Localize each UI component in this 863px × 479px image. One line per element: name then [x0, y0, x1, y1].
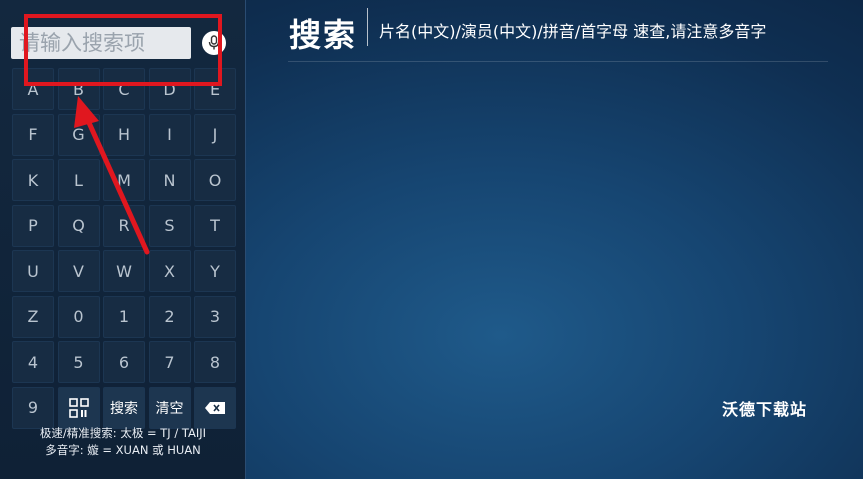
page-title: 搜索 [289, 16, 358, 54]
search-input[interactable] [11, 27, 191, 59]
key-a[interactable]: A [12, 68, 54, 110]
on-screen-keyboard: A B C D E F G H I J K L M N O P Q R S T … [12, 68, 236, 429]
search-hint: 片名(中文)/演员(中文)/拼音/首字母 速查,请注意多音字 [379, 22, 767, 41]
key-n[interactable]: N [148, 159, 191, 201]
key-g[interactable]: G [57, 113, 100, 156]
microphone-icon [208, 35, 220, 50]
key-r[interactable]: R [103, 204, 145, 247]
key-3[interactable]: 3 [194, 295, 236, 338]
key-k[interactable]: K [12, 159, 54, 201]
key-c[interactable]: C [103, 68, 145, 110]
keyboard-help-line-2: 多音字: 嫙 = XUAN 或 HUAN [45, 443, 201, 457]
key-l[interactable]: L [57, 159, 100, 201]
watermark: 沃德下载站 [722, 400, 808, 419]
key-t[interactable]: T [194, 204, 236, 247]
key-0[interactable]: 0 [57, 295, 100, 338]
key-4[interactable]: 4 [12, 341, 54, 383]
key-6[interactable]: 6 [103, 341, 145, 383]
key-v[interactable]: V [57, 250, 100, 292]
key-j[interactable]: J [194, 113, 236, 156]
key-q[interactable]: Q [57, 204, 100, 247]
key-s[interactable]: S [148, 204, 191, 247]
key-m[interactable]: M [103, 159, 145, 201]
header-divider [288, 61, 828, 62]
key-w[interactable]: W [103, 250, 145, 292]
key-d[interactable]: D [148, 68, 191, 110]
key-o[interactable]: O [194, 159, 236, 201]
key-h[interactable]: H [103, 113, 145, 156]
qr-code-icon [68, 397, 89, 418]
key-p[interactable]: P [12, 204, 54, 247]
key-7[interactable]: 7 [148, 341, 191, 383]
key-f[interactable]: F [12, 113, 54, 156]
key-x[interactable]: X [148, 250, 191, 292]
keyboard-panel: A B C D E F G H I J K L M N O P Q R S T … [0, 0, 246, 479]
title-divider [367, 8, 368, 46]
key-z[interactable]: Z [12, 295, 54, 338]
key-9[interactable]: 9 [12, 386, 54, 429]
voice-search-button[interactable] [202, 31, 226, 55]
key-1[interactable]: 1 [103, 295, 145, 338]
key-i[interactable]: I [148, 113, 191, 156]
key-e[interactable]: E [194, 68, 236, 110]
key-8[interactable]: 8 [194, 341, 236, 383]
key-y[interactable]: Y [194, 250, 236, 292]
key-u[interactable]: U [12, 250, 54, 292]
key-5[interactable]: 5 [57, 341, 100, 383]
key-b[interactable]: B [57, 68, 100, 110]
qr-code-button[interactable] [57, 386, 100, 429]
key-2[interactable]: 2 [148, 295, 191, 338]
search-button[interactable]: 搜索 [103, 386, 145, 429]
backspace-icon [205, 401, 225, 414]
keyboard-help-line-1: 极速/精准搜索: 太极 = TJ / TAIJI [39, 426, 207, 440]
clear-button[interactable]: 清空 [148, 386, 191, 429]
backspace-button[interactable] [194, 386, 236, 429]
